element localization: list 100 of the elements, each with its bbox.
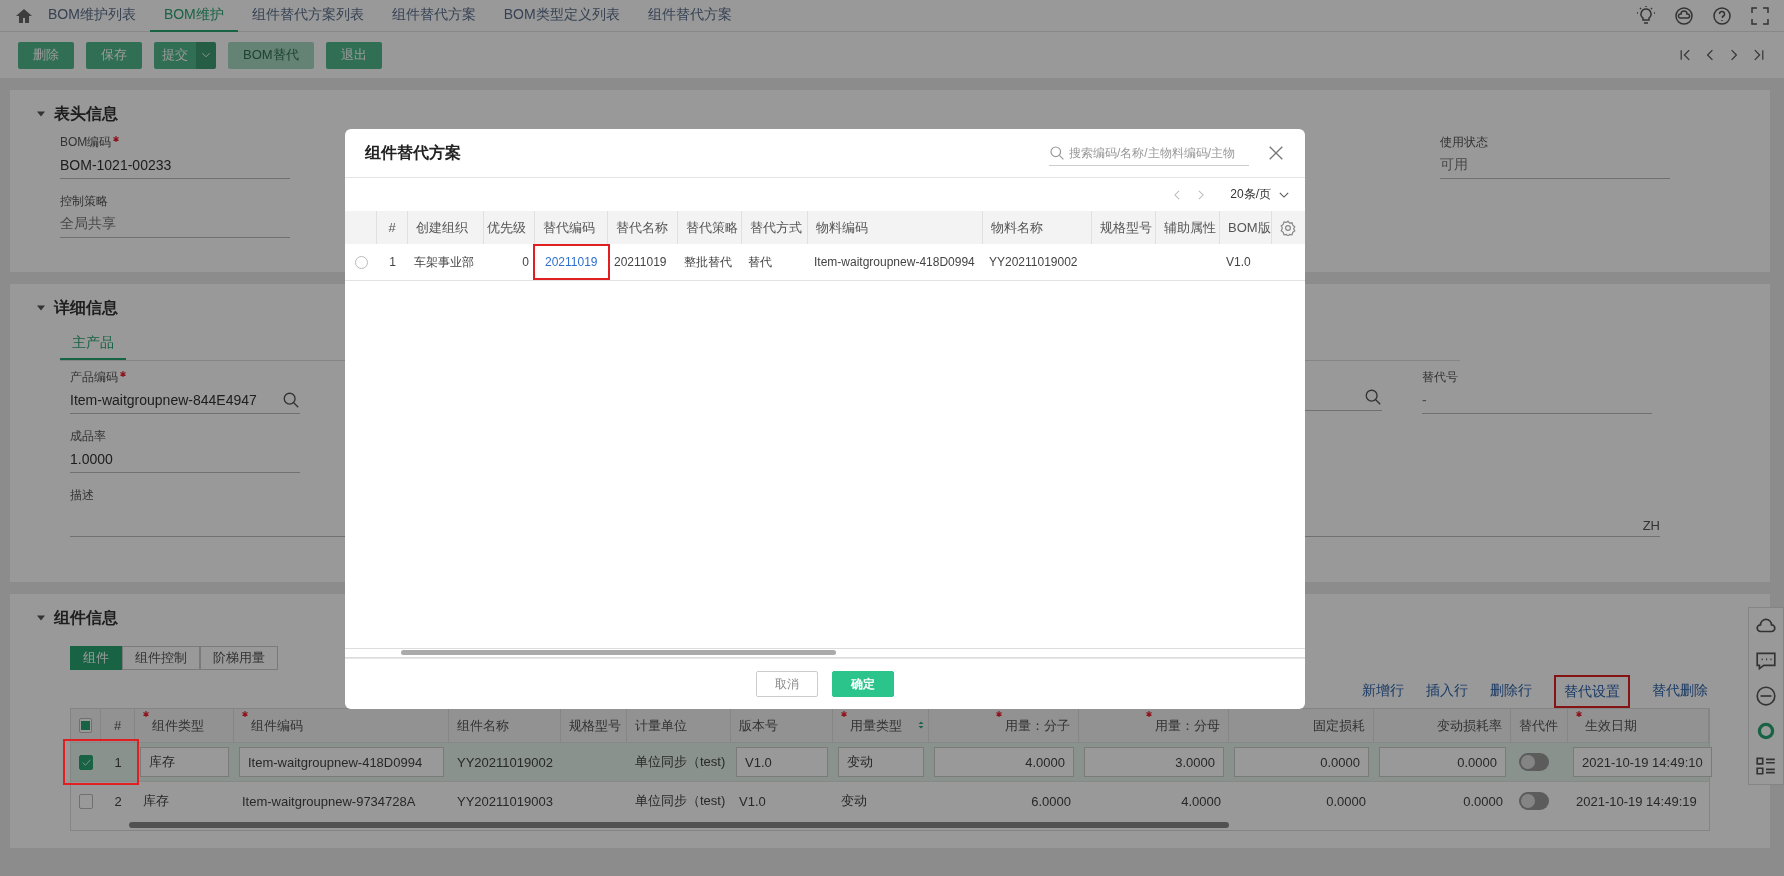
column-header: 创建组织 [408,211,484,244]
cell-field[interactable]: 4.0000 [934,747,1074,777]
cell-field[interactable]: 变动 [838,747,924,777]
column-header: 规格型号 [569,716,621,735]
nav-tab[interactable]: 组件替代方案 [377,0,490,32]
column-header: # [113,718,122,733]
field-value: 1.0000 [70,451,113,467]
field-value: 可用 [1440,156,1468,174]
field-value: 全局共享 [60,215,116,233]
cloud-circle-icon [1674,5,1694,26]
lightbulb-icon [1636,5,1656,26]
toolbar-button[interactable]: 删除 [18,41,74,69]
column-header: 辅助属性 [1156,211,1220,244]
table-cell-text: 替代 [747,253,773,271]
toolbar-button[interactable]: 退出 [325,41,382,69]
confirm-button[interactable]: 确定 [832,671,894,697]
field-value: BOM-1021-00233 [60,157,172,173]
column-header: # [377,211,408,244]
help-icon [1712,5,1732,26]
scrollbar-thumb[interactable] [401,650,836,655]
action-link[interactable]: 插入行 [1426,682,1468,700]
cell-field[interactable]: 0.0000 [1234,747,1369,777]
column-header: 用量类型 [850,716,902,735]
field-value: Item-waitgroupnew-844E4947 [70,392,257,408]
column-header: 组件编码 [251,716,303,735]
page-size-select[interactable]: 20条/页 [1230,186,1291,203]
field-value: - [1422,392,1427,408]
close-icon [1267,144,1285,162]
column-header: 替代件 [1519,716,1558,735]
cell-field[interactable]: Item-waitgroupnew-418D0994 [239,747,444,777]
table-cell-text: 0.0000 [1462,792,1504,811]
table-cell-text: 车架事业部 [413,253,475,271]
table-cell-text: V1.0 [738,792,767,811]
form-field[interactable]: 使用状态 可用 [1440,134,1670,179]
segment-tab[interactable]: 组件 [70,646,122,670]
form-field[interactable]: 产品编码 Item-waitgroupnew-844E4947 [70,369,300,414]
table-cell-text: 0 [521,254,530,271]
cell-field[interactable]: 3.0000 [1084,747,1224,777]
table-cell-text: 单位同步（test) [634,792,727,810]
field-label: 替代号 [1422,369,1458,386]
list-icon [1755,755,1777,778]
search-icon [1049,144,1065,161]
table-cell-text: 单位同步（test) [634,753,727,771]
field-label: BOM编码 [60,134,112,151]
column-header: 版本号 [739,716,778,735]
segment-tab[interactable]: 阶梯用量 [200,646,278,670]
column-header: 计量单位 [635,716,687,735]
select-all-checkbox[interactable] [79,718,92,733]
table-cell-text: 1 [388,254,397,271]
cell-field[interactable]: 库存 [140,747,229,777]
settings-icon [1279,219,1296,236]
table-cell-text: YY20211019003 [456,792,554,811]
nav-tab[interactable]: 组件替代方案列表 [237,0,378,32]
form-field[interactable]: 控制策略 全局共享 [60,193,290,238]
cell-field[interactable]: 0.0000 [1379,747,1506,777]
segment-tab[interactable]: 组件控制 [122,646,200,670]
table-cell-text: 6.0000 [1030,792,1072,811]
code-link[interactable]: 20211019 [545,255,598,269]
table-cell-text: 整批替代 [683,253,733,271]
form-field[interactable]: BOM编码 BOM-1021-00233 [60,134,290,179]
action-link[interactable]: 新增行 [1362,682,1404,700]
cell-field[interactable]: 2021-10-19 14:49:10 [1573,747,1712,777]
action-link[interactable]: 替代删除 [1652,682,1708,700]
table-cell-text: Item-waitgroupnew-9734728A [241,792,417,811]
column-header: 优先级 [484,211,535,244]
dropdown-button[interactable] [196,41,216,69]
column-header: 用量：分母 [1155,716,1220,735]
close-button[interactable] [1267,144,1285,162]
nav-tab[interactable]: 组件替代方案 [633,0,746,32]
row-checkbox[interactable] [79,793,93,809]
column-header: 替代名称 [608,211,678,244]
toolbar-button[interactable]: 提交 [154,41,196,69]
field-label: 描述 [70,487,95,504]
toggle-switch[interactable] [1519,792,1549,810]
table-cell-text: V1.0 [1225,254,1252,271]
caret-icon [36,109,46,119]
column-header: 替代方式 [742,211,808,244]
column-header: 组件类型 [152,716,204,735]
section-tab[interactable]: 主产品 [60,330,126,360]
nav-tab[interactable]: BOM类型定义列表 [489,0,634,32]
column-header: 替代策略 [678,211,742,244]
toggle-switch[interactable] [1519,753,1549,771]
toolbar-button[interactable]: 保存 [86,41,142,69]
form-field[interactable]: 成品率 1.0000 [70,428,300,473]
nav-tab[interactable]: BOM维护列表 [34,0,150,32]
action-link[interactable]: 替代设置 [1564,682,1620,699]
column-header: 组件名称 [457,716,509,735]
chat-icon [1755,649,1777,672]
table-cell-text: YY20211019002 [456,753,554,772]
cancel-button[interactable]: 取消 [756,671,818,697]
dialog-title: 组件替代方案 [365,142,461,163]
table-cell-text: Item-waitgroupnew-418D0994 [813,254,976,271]
table-cell-text: 0.0000 [1325,792,1367,811]
cell-field[interactable]: V1.0 [736,747,828,777]
form-field[interactable]: 替代号 - [1422,369,1652,414]
table-cell-text: 库存 [142,792,170,810]
table-cell-text: 2 [113,792,123,811]
scrollbar-thumb[interactable] [129,822,1229,828]
action-link[interactable]: 删除行 [1490,682,1532,700]
row-checkbox[interactable] [79,754,93,770]
